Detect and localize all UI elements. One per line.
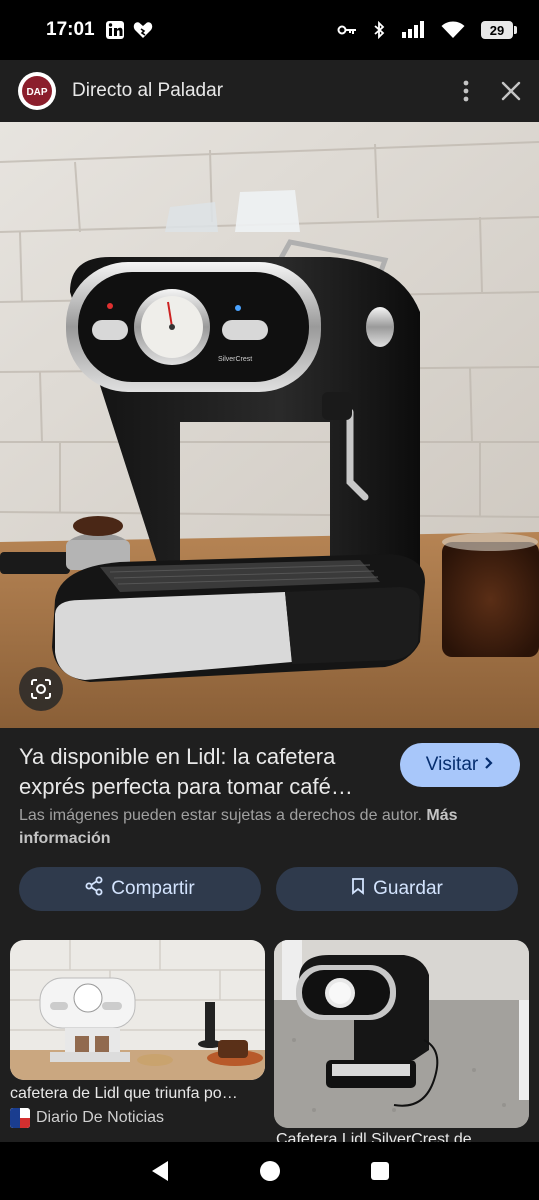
save-button[interactable]: Guardar — [276, 867, 518, 911]
logo-text: DAP — [26, 87, 47, 98]
top-bar: DAP Directo al Paladar — [0, 60, 539, 122]
close-icon[interactable] — [501, 81, 521, 101]
news-favicon-icon — [10, 1108, 30, 1128]
home-icon[interactable] — [259, 1160, 281, 1182]
related-image-1-photo — [10, 940, 265, 1080]
navigation-bar — [0, 1142, 539, 1200]
chevron-right-icon — [484, 754, 494, 776]
related-source-name-1: Diario De Noticias — [36, 1109, 165, 1126]
related-image-2[interactable] — [274, 940, 529, 1128]
back-icon[interactable] — [150, 1160, 170, 1182]
related-source-1: Diario De Noticias — [10, 1108, 164, 1128]
lens-icon — [29, 677, 53, 701]
copyright-notice: Las imágenes pueden estar sujetas a dere… — [19, 804, 519, 850]
site-logo: DAP — [18, 72, 56, 110]
site-name: Directo al Paladar — [72, 80, 224, 101]
status-bar: 17:01 29 — [0, 0, 539, 60]
visit-button[interactable]: Visitar — [400, 743, 520, 787]
linkedin-icon — [105, 20, 125, 40]
status-right: 29 — [337, 21, 517, 39]
bluetooth-icon — [373, 21, 385, 39]
visit-label: Visitar — [425, 754, 479, 775]
key-icon — [337, 24, 357, 36]
copyright-text: Las imágenes pueden estar sujetas a dere… — [19, 807, 422, 824]
share-label: Compartir — [111, 878, 195, 899]
recents-icon[interactable] — [370, 1161, 390, 1181]
lens-button[interactable] — [19, 667, 63, 711]
save-label: Guardar — [373, 878, 443, 899]
bookmark-icon — [351, 877, 365, 901]
battery-level: 29 — [481, 21, 513, 39]
machine-brand: SilverCrest — [218, 356, 252, 363]
screen: 17:01 29 DAP Directo al Paladar SilverCr… — [0, 0, 539, 1200]
share-icon — [85, 876, 103, 902]
heart-icon — [133, 21, 153, 39]
related-image-1[interactable] — [10, 940, 265, 1080]
more-vert-icon[interactable] — [463, 80, 469, 102]
battery-icon: 29 — [481, 21, 517, 39]
top-actions — [463, 80, 521, 102]
status-time: 17:01 — [46, 19, 95, 40]
main-image[interactable]: SilverCrest — [0, 122, 539, 728]
result-title[interactable]: Ya disponible en Lidl: la cafetera expré… — [19, 742, 384, 804]
related-title-1[interactable]: cafetera de Lidl que triunfa po… — [10, 1085, 265, 1103]
related-image-2-photo — [274, 940, 529, 1128]
share-button[interactable]: Compartir — [19, 867, 261, 911]
wifi-icon — [441, 21, 465, 39]
coffee-machine-photo: SilverCrest — [0, 122, 539, 728]
signal-icon — [401, 21, 425, 39]
